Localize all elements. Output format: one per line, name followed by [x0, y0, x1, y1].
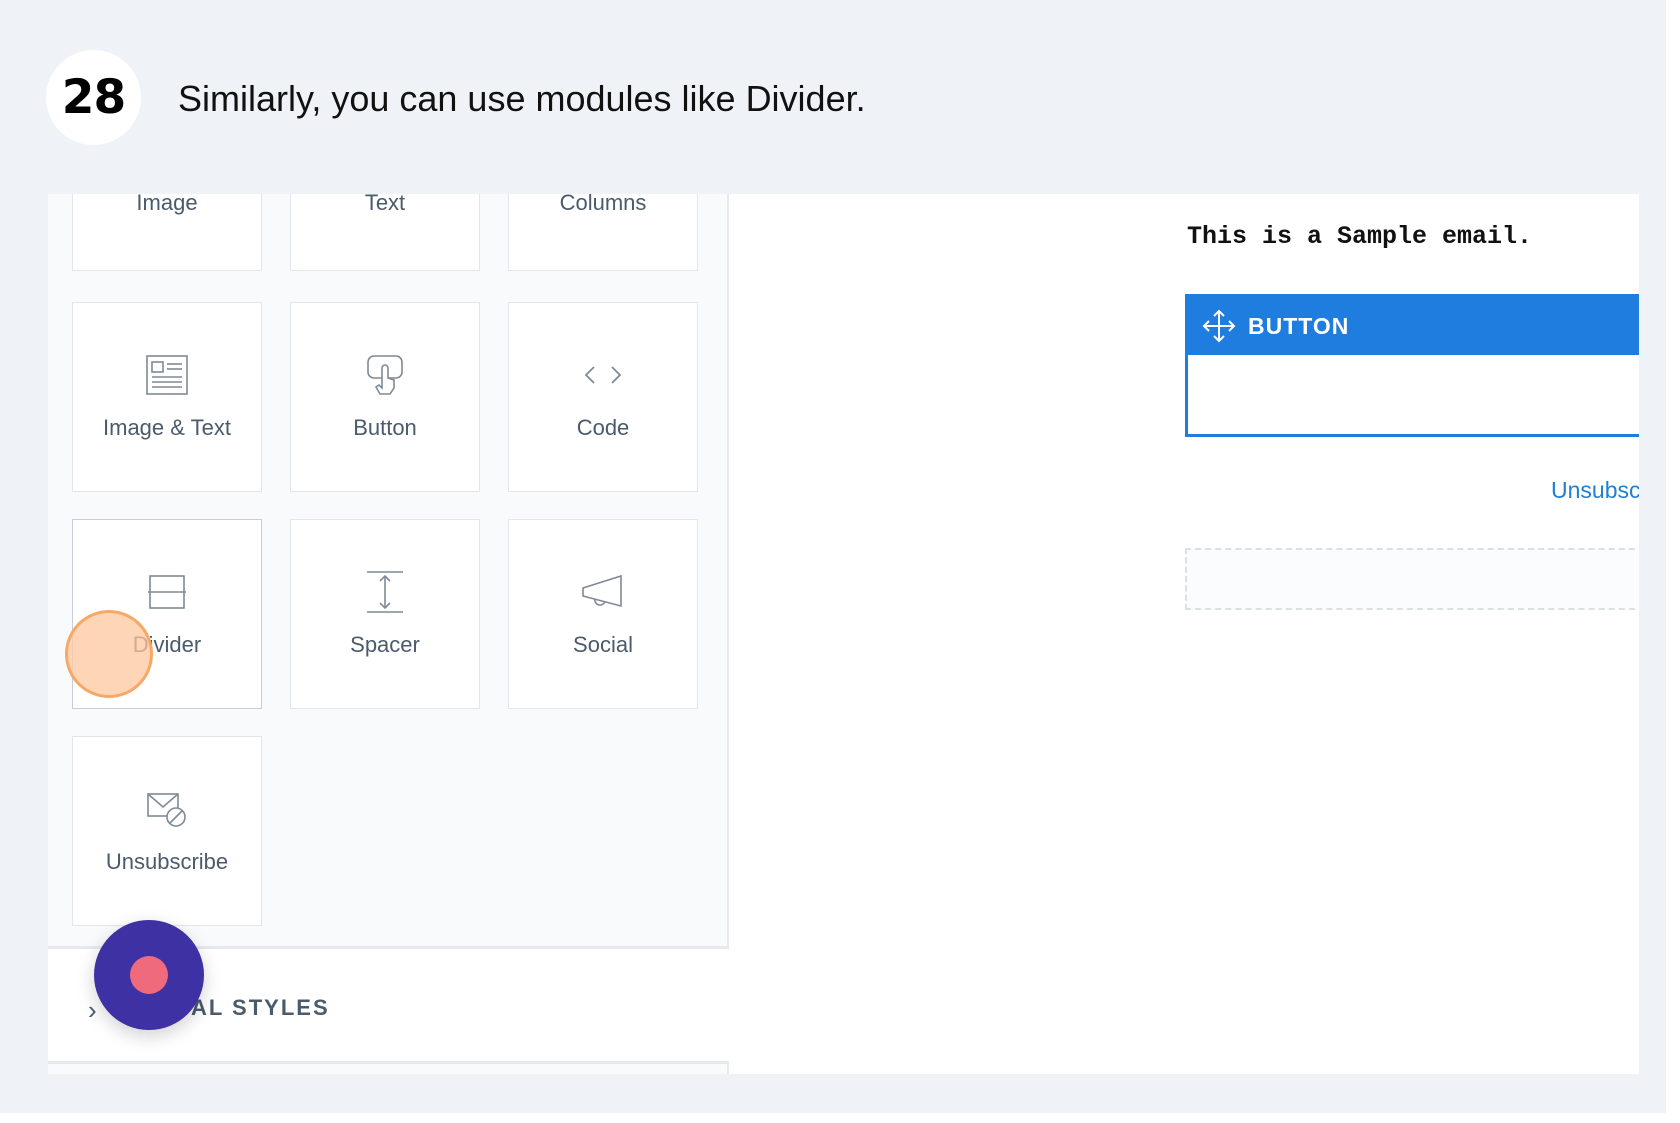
- module-label: Social: [573, 632, 633, 657]
- module-tile-image-text[interactable]: Image & Text: [72, 302, 262, 492]
- module-tile-code[interactable]: Code: [508, 302, 698, 492]
- module-tile-spacer[interactable]: Spacer: [290, 519, 480, 709]
- email-sample-text[interactable]: This is a Sample email.: [1187, 222, 1532, 251]
- unsubscribe-mail-icon: [145, 787, 189, 831]
- module-label: Spacer: [350, 632, 420, 657]
- record-button[interactable]: [94, 920, 204, 1030]
- button-module-block[interactable]: BUTTON: [1185, 294, 1639, 437]
- module-tile-text[interactable]: Text: [290, 194, 480, 271]
- email-canvas: This is a Sample email. BUTTON Unsubsc: [731, 194, 1639, 1074]
- module-label: Columns: [559, 194, 647, 215]
- module-tile-button[interactable]: Button: [290, 302, 480, 492]
- button-pointer-icon: [363, 353, 407, 397]
- module-label: Unsubscribe: [105, 849, 229, 874]
- tutorial-step-card: 28 Similarly, you can use modules like D…: [0, 0, 1680, 1123]
- frame-edge: [0, 1113, 1680, 1123]
- step-instruction: Similarly, you can use modules like Divi…: [178, 78, 866, 119]
- step-number-badge: 28: [46, 50, 141, 145]
- editor-screenshot: Image Text Columns Image & Text Button C…: [48, 194, 1639, 1074]
- module-tile-image[interactable]: Image: [72, 194, 262, 271]
- module-label: Text: [364, 194, 406, 215]
- module-tile-social[interactable]: Social: [508, 519, 698, 709]
- module-label: Image & Text: [103, 415, 231, 440]
- module-tile-unsubscribe[interactable]: Unsubscribe: [72, 736, 262, 926]
- module-label: Button: [353, 415, 417, 440]
- drop-zone[interactable]: [1185, 548, 1639, 610]
- code-icon: [581, 353, 625, 397]
- module-label: Image: [136, 194, 198, 215]
- module-label: Code: [576, 415, 630, 440]
- button-module-label: BUTTON: [1248, 312, 1350, 339]
- frame-edge: [1666, 0, 1680, 1123]
- global-styles-label: AL STYLES: [191, 995, 330, 1020]
- click-marker: [65, 610, 153, 698]
- megaphone-icon: [581, 570, 625, 614]
- chevron-right-icon: ›: [88, 995, 97, 1025]
- module-tile-columns[interactable]: Columns: [508, 194, 698, 271]
- record-dot-icon: [130, 956, 168, 994]
- button-module-header[interactable]: BUTTON: [1188, 297, 1639, 355]
- spacer-icon: [363, 570, 407, 614]
- image-text-icon: [145, 353, 189, 397]
- unsubscribe-link[interactable]: Unsubsc: [1551, 477, 1639, 504]
- divider-icon: [145, 570, 189, 614]
- move-icon[interactable]: [1202, 309, 1236, 343]
